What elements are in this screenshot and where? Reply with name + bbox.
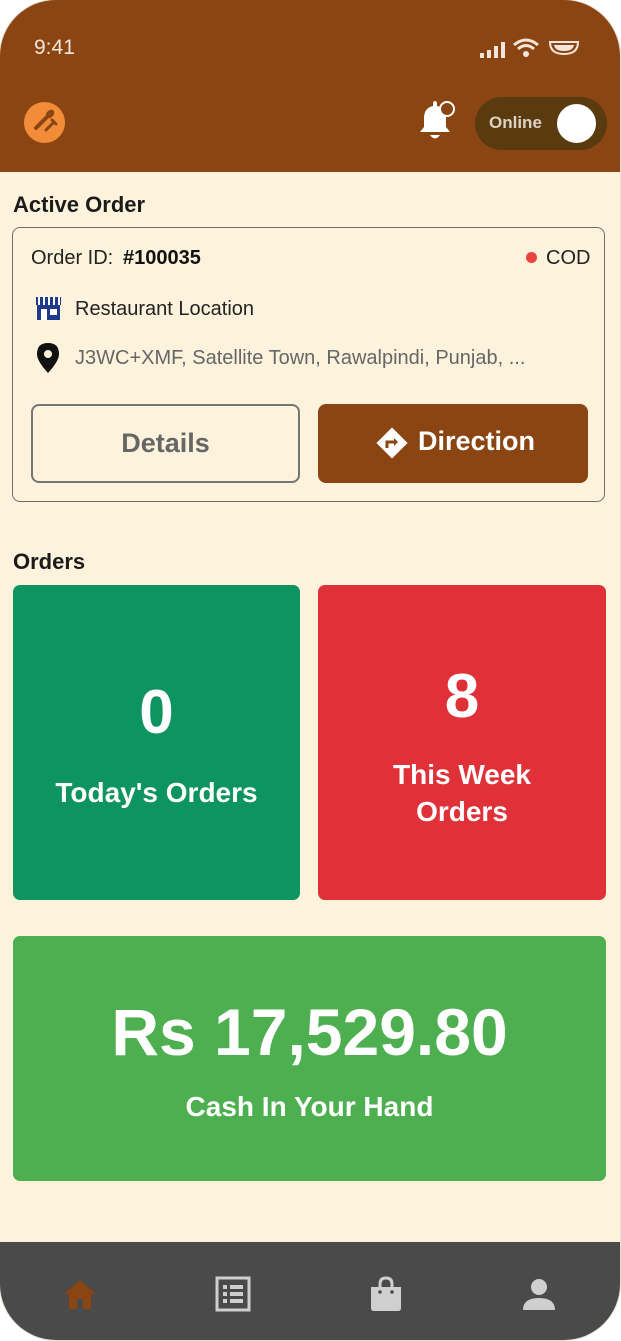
- active-order-title: Active Order: [13, 192, 146, 217]
- status-time: 9:41: [34, 36, 75, 59]
- cod-status-dot: [526, 252, 537, 263]
- week-orders-label-line2: Orders: [416, 796, 508, 827]
- signal-icon: [480, 42, 505, 58]
- shopping-bag-icon[interactable]: [368, 1276, 404, 1312]
- week-orders-tile[interactable]: 8 This Week Orders: [318, 585, 606, 900]
- wifi-icon: [513, 38, 539, 57]
- toggle-knob: [557, 104, 596, 143]
- delivery-address: J3WC+XMF, Satellite Town, Rawalpindi, Pu…: [75, 347, 526, 369]
- week-orders-label-line1: This Week: [393, 759, 531, 790]
- app-header: 9:41 Online: [0, 0, 620, 172]
- cash-in-hand-tile[interactable]: Rs 17,529.80 Cash In Your Hand: [13, 936, 606, 1181]
- online-toggle[interactable]: Online: [475, 97, 607, 150]
- todays-orders-label: Today's Orders: [55, 777, 258, 808]
- profile-icon[interactable]: [521, 1276, 557, 1312]
- restaurant-location-label: Restaurant Location: [75, 298, 255, 320]
- orders-list-icon[interactable]: [215, 1276, 251, 1312]
- details-button[interactable]: Details: [31, 404, 300, 483]
- week-orders-count: 8: [444, 662, 480, 731]
- orders-title: Orders: [13, 549, 86, 574]
- payment-method: COD: [546, 247, 591, 269]
- bottom-navigation: [0, 1242, 620, 1340]
- toggle-label: Online: [489, 113, 542, 132]
- cash-amount: Rs 17,529.80: [111, 995, 508, 1069]
- order-id-value: #100035: [123, 247, 201, 269]
- store-icon: [36, 297, 61, 320]
- location-pin-icon: [37, 343, 59, 373]
- todays-orders-count: 0: [139, 678, 174, 747]
- direction-button-label: Direction: [418, 426, 536, 456]
- food-logo-icon: [24, 102, 65, 143]
- phone-frame: 9:41 Online Active Order Order ID: #1000…: [0, 0, 620, 1340]
- direction-icon: [376, 427, 408, 459]
- home-icon[interactable]: [62, 1276, 98, 1312]
- order-id-label: Order ID:: [31, 247, 114, 269]
- battery-icon: [548, 41, 580, 56]
- bell-icon[interactable]: [414, 98, 456, 144]
- cash-label: Cash In Your Hand: [185, 1091, 434, 1122]
- todays-orders-tile[interactable]: 0 Today's Orders: [13, 585, 300, 900]
